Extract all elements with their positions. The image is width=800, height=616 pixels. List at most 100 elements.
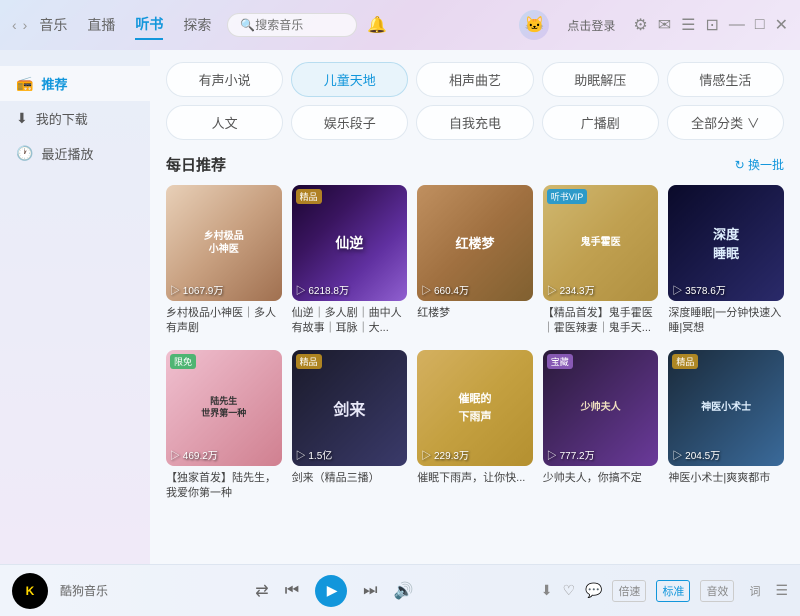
minimize-button[interactable]: — bbox=[729, 16, 745, 34]
card-5-title: 深度睡眠|一分钟快速入睡|冥想 bbox=[668, 306, 784, 337]
card-7[interactable]: 剑来 精品 ▷ 1.5亿 剑来（精品三播） bbox=[292, 350, 408, 501]
effect-button[interactable]: 音效 bbox=[700, 580, 734, 602]
card-1-title: 乡村极品小神医｜多人有声剧 bbox=[166, 306, 282, 337]
search-input[interactable] bbox=[255, 18, 345, 32]
card-9-title: 少帅夫人，你搞不定 bbox=[543, 471, 659, 486]
maximize-button[interactable]: □ bbox=[755, 16, 765, 34]
card-8-play-count: ▷ 229.3万 bbox=[421, 447, 469, 462]
download-button[interactable]: ⬇ bbox=[541, 582, 553, 599]
player-right-controls: ⬇ ♡ 💬 倍速 标准 音效 词 ☰ bbox=[541, 580, 788, 602]
cards-row2: 陆先生世界第一种 限免 ▷ 469.2万 【独家首发】陆先生，我爱你第一种 剑来… bbox=[166, 350, 784, 501]
cat-tab-all[interactable]: 全部分类 ∨ bbox=[667, 105, 784, 140]
lyrics-button[interactable]: 词 bbox=[744, 581, 765, 601]
card-2-title: 仙逆｜多人剧｜曲中人有故事｜耳脉｜大... bbox=[292, 306, 408, 337]
refresh-button[interactable]: ↻ 换一批 bbox=[735, 156, 784, 173]
nav-item-audiobook[interactable]: 听书 bbox=[135, 10, 163, 40]
title-bar-right: 🐱 点击登录 ⚙ ✉ ☰ ⊡ — □ ✕ bbox=[519, 10, 788, 40]
like-button[interactable]: ♡ bbox=[562, 582, 575, 599]
app-logo: K bbox=[12, 573, 48, 609]
card-5[interactable]: 深度 睡眠 ▷ 3578.6万 深度睡眠|一分钟快速入睡|冥想 bbox=[668, 185, 784, 336]
card-1[interactable]: 乡村极品小神医 ▷ 1067.9万 乡村极品小神医｜多人有声剧 bbox=[166, 185, 282, 336]
card-10[interactable]: 神医小术士 精品 ▷ 204.5万 神医小术士|爽爽都市 bbox=[668, 350, 784, 501]
nav-item-explore[interactable]: 探索 bbox=[183, 11, 211, 39]
category-tabs-row2: 人文 娱乐段子 自我充电 广播剧 全部分类 ∨ bbox=[166, 105, 784, 140]
card-8-title: 催眠下雨声，让你快... bbox=[417, 471, 533, 486]
title-bar: ‹ › 音乐 直播 听书 探索 🔍 🔔 🐱 点击登录 ⚙ ✉ ☰ ⊡ — □ ✕ bbox=[0, 0, 800, 50]
card-4[interactable]: 鬼手霍医 听书VIP ▷ 234.3万 【精品首发】鬼手霍医｜霍医辣妻｜鬼手天.… bbox=[543, 185, 659, 336]
card-3-play-count: ▷ 660.4万 bbox=[421, 282, 469, 297]
daily-recommend-title: 每日推荐 bbox=[166, 154, 226, 175]
main-container: 📻 推荐 ⬇ 我的下载 🕐 最近播放 有声小说 儿童天地 相声曲艺 助眠解压 情… bbox=[0, 50, 800, 564]
nav-item-live[interactable]: 直播 bbox=[87, 11, 115, 39]
cat-tab-self-improve[interactable]: 自我充电 bbox=[416, 105, 533, 140]
playlist-button[interactable]: ☰ bbox=[775, 582, 788, 599]
close-button[interactable]: ✕ bbox=[775, 15, 788, 35]
card-9-badge: 宝藏 bbox=[547, 354, 573, 369]
cat-tab-sleep[interactable]: 助眠解压 bbox=[542, 62, 659, 97]
card-2-play-count: ▷ 6218.8万 bbox=[296, 282, 349, 297]
logo-text: K bbox=[26, 584, 35, 598]
cat-tab-entertainment[interactable]: 娱乐段子 bbox=[291, 105, 408, 140]
sidebar-label-downloads: 我的下载 bbox=[36, 109, 88, 128]
volume-button[interactable]: 🔊 bbox=[394, 581, 414, 601]
content-area: 有声小说 儿童天地 相声曲艺 助眠解压 情感生活 人文 娱乐段子 自我充电 广播… bbox=[150, 50, 800, 564]
card-1-play-count: ▷ 1067.9万 bbox=[170, 282, 223, 297]
play-icon: ▶ bbox=[327, 582, 338, 599]
card-9[interactable]: 少帅夫人 宝藏 ▷ 777.2万 少帅夫人，你搞不定 bbox=[543, 350, 659, 501]
toolbar-pip-icon[interactable]: ⊡ bbox=[706, 15, 719, 35]
card-10-title: 神医小术士|爽爽都市 bbox=[668, 471, 784, 486]
cat-tab-novel[interactable]: 有声小说 bbox=[166, 62, 283, 97]
top-nav: 音乐 直播 听书 探索 bbox=[39, 10, 211, 40]
sidebar-label-recommend: 推荐 bbox=[41, 74, 67, 93]
search-icon: 🔍 bbox=[240, 18, 255, 32]
cat-tab-emotion[interactable]: 情感生活 bbox=[667, 62, 784, 97]
card-7-badge: 精品 bbox=[296, 354, 322, 369]
nav-arrows: ‹ › bbox=[12, 17, 27, 33]
card-6[interactable]: 陆先生世界第一种 限免 ▷ 469.2万 【独家首发】陆先生，我爱你第一种 bbox=[166, 350, 282, 501]
player-controls: ⇄ ⏮ ▶ ⏭ 🔊 bbox=[128, 575, 541, 607]
daily-recommend-header: 每日推荐 ↻ 换一批 bbox=[166, 154, 784, 175]
cat-tab-humanities[interactable]: 人文 bbox=[166, 105, 283, 140]
card-3[interactable]: 红楼梦 ▷ 660.4万 红楼梦 bbox=[417, 185, 533, 336]
toolbar-menu-icon[interactable]: ☰ bbox=[681, 15, 695, 35]
search-box[interactable]: 🔍 bbox=[227, 13, 357, 37]
card-7-play-count: ▷ 1.5亿 bbox=[296, 447, 333, 462]
card-2[interactable]: 仙逆 精品 ▷ 6218.8万 仙逆｜多人剧｜曲中人有故事｜耳脉｜大... bbox=[292, 185, 408, 336]
loop-button[interactable]: ⇄ bbox=[255, 581, 268, 601]
back-arrow[interactable]: ‹ bbox=[12, 17, 17, 33]
card-4-title: 【精品首发】鬼手霍医｜霍医辣妻｜鬼手天... bbox=[543, 306, 659, 337]
next-button[interactable]: ⏭ bbox=[363, 582, 377, 600]
app-name: 酷狗音乐 bbox=[60, 582, 108, 599]
cat-tab-comedy[interactable]: 相声曲艺 bbox=[416, 62, 533, 97]
play-button[interactable]: ▶ bbox=[315, 575, 347, 607]
sidebar: 📻 推荐 ⬇ 我的下载 🕐 最近播放 bbox=[0, 50, 150, 564]
quality-button[interactable]: 标准 bbox=[656, 580, 690, 602]
prev-button[interactable]: ⏮ bbox=[285, 582, 299, 600]
avatar: 🐱 bbox=[519, 10, 549, 40]
sidebar-label-recent: 最近播放 bbox=[41, 144, 93, 163]
comment-button[interactable]: 💬 bbox=[585, 582, 602, 599]
download-icon: ⬇ bbox=[16, 110, 28, 127]
sidebar-item-recommend[interactable]: 📻 推荐 bbox=[0, 66, 150, 101]
cat-tab-radio[interactable]: 广播剧 bbox=[542, 105, 659, 140]
cat-tab-children[interactable]: 儿童天地 bbox=[291, 62, 408, 97]
card-10-badge: 精品 bbox=[672, 354, 698, 369]
toolbar-mail-icon[interactable]: ✉ bbox=[658, 15, 671, 35]
nav-item-music[interactable]: 音乐 bbox=[39, 11, 67, 39]
card-7-title: 剑来（精品三播） bbox=[292, 471, 408, 486]
card-8[interactable]: 催眠的 下雨声 ▷ 229.3万 催眠下雨声，让你快... bbox=[417, 350, 533, 501]
toolbar-settings-icon[interactable]: ⚙ bbox=[633, 15, 647, 35]
card-10-play-count: ▷ 204.5万 bbox=[672, 447, 720, 462]
card-6-play-count: ▷ 469.2万 bbox=[170, 447, 218, 462]
speed-button[interactable]: 倍速 bbox=[612, 580, 646, 602]
sidebar-item-recent[interactable]: 🕐 最近播放 bbox=[0, 136, 150, 171]
card-9-play-count: ▷ 777.2万 bbox=[547, 447, 595, 462]
bell-icon[interactable]: 🔔 bbox=[367, 15, 387, 35]
login-button[interactable]: 点击登录 bbox=[559, 14, 623, 37]
category-tabs-row1: 有声小说 儿童天地 相声曲艺 助眠解压 情感生活 bbox=[166, 62, 784, 97]
cards-row1: 乡村极品小神医 ▷ 1067.9万 乡村极品小神医｜多人有声剧 仙逆 精品 ▷ … bbox=[166, 185, 784, 336]
player-bar: K 酷狗音乐 ⇄ ⏮ ▶ ⏭ 🔊 ⬇ ♡ 💬 倍速 标准 音效 词 ☰ bbox=[0, 564, 800, 616]
forward-arrow[interactable]: › bbox=[23, 17, 28, 33]
card-5-play-count: ▷ 3578.6万 bbox=[672, 282, 725, 297]
sidebar-item-downloads[interactable]: ⬇ 我的下载 bbox=[0, 101, 150, 136]
